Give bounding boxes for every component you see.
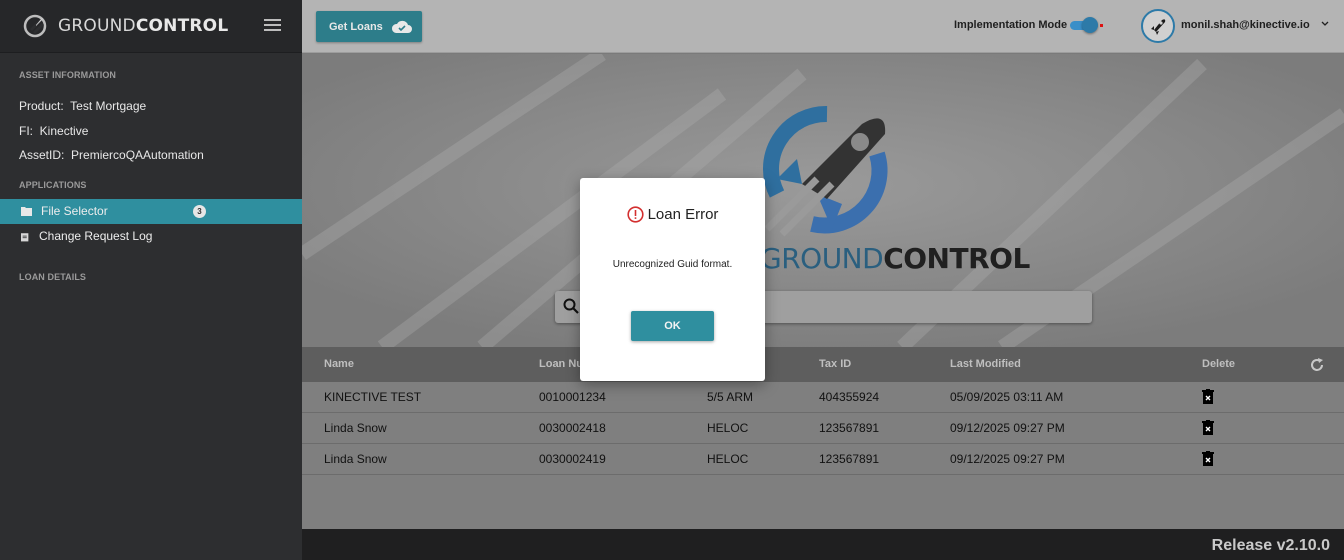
menu-toggle-icon[interactable] xyxy=(264,19,281,33)
get-loans-button[interactable]: Get Loans xyxy=(316,11,422,42)
file-count-badge: 3 xyxy=(193,204,206,218)
footer: Release v2.10.0 xyxy=(302,529,1344,560)
sidebar-item-file-selector[interactable]: File Selector 3 xyxy=(0,198,302,224)
sidebar: GROUNDCONTROL ASSET INFORMATION Product:… xyxy=(0,0,302,560)
delete-icon[interactable] xyxy=(1202,389,1214,404)
table-row[interactable]: Linda Snow 0030002419 HELOC 123567891 09… xyxy=(302,444,1344,475)
delete-icon[interactable] xyxy=(1202,451,1214,466)
user-email[interactable]: monil.shah@kinective.io xyxy=(1181,19,1310,31)
sidebar-item-label: File Selector xyxy=(41,204,108,218)
cell-last-modified: 09/12/2025 09:27 PM xyxy=(950,452,1065,466)
sidebar-item-change-request-log[interactable]: Change Request Log xyxy=(0,224,302,249)
column-header-delete: Delete xyxy=(1202,358,1236,370)
groundcontrol-logo-icon xyxy=(763,105,888,237)
ok-button[interactable]: OK xyxy=(631,311,714,341)
release-version: Release v2.10.0 xyxy=(1211,537,1330,554)
clipboard-icon xyxy=(21,232,29,241)
sidebar-item-label: Change Request Log xyxy=(39,229,153,243)
fi-info: FI: Kinective xyxy=(19,123,89,138)
error-icon xyxy=(626,206,644,223)
top-bar: Get Loans Implementation Mode monil.shah… xyxy=(302,0,1344,53)
cell-tax-id: 123567891 xyxy=(819,452,880,466)
chevron-down-icon[interactable] xyxy=(1321,20,1329,28)
cell-loan-number: 0010001234 xyxy=(539,390,606,404)
dialog-title: Loan Error xyxy=(580,206,765,223)
implementation-mode-toggle[interactable] xyxy=(1070,17,1103,33)
table-row[interactable]: Linda Snow 0030002418 HELOC 123567891 09… xyxy=(302,413,1344,444)
dialog-message: Unrecognized Guid format. xyxy=(612,259,733,270)
cell-product: HELOC xyxy=(707,452,749,466)
hero-wordmark: GROUNDCONTROL xyxy=(760,242,1030,275)
cell-loan-number: 0030002418 xyxy=(539,421,606,435)
cloud-check-icon xyxy=(391,20,412,33)
column-header-last-modified[interactable]: Last Modified xyxy=(950,358,1021,370)
cell-name: KINECTIVE TEST xyxy=(324,390,422,404)
cell-product: 5/5 ARM xyxy=(707,390,754,404)
loan-details-header: LOAN DETAILS xyxy=(19,271,87,282)
brand-name: GROUNDCONTROL xyxy=(58,16,229,36)
refresh-icon[interactable] xyxy=(1309,357,1325,373)
cell-last-modified: 05/09/2025 03:11 AM xyxy=(950,390,1064,404)
table-row[interactable]: KINECTIVE TEST 0010001234 5/5 ARM 404355… xyxy=(302,382,1344,413)
cell-tax-id: 123567891 xyxy=(819,421,880,435)
cell-name: Linda Snow xyxy=(324,421,387,435)
brand: GROUNDCONTROL xyxy=(0,0,302,53)
cell-product: HELOC xyxy=(707,421,749,435)
table-header: Name Loan Nu Tax ID Last Modified Delete xyxy=(302,347,1344,382)
folder-icon xyxy=(21,207,32,216)
rocket-logo-icon xyxy=(23,14,47,38)
asset-info-header: ASSET INFORMATION xyxy=(19,70,117,80)
cell-last-modified: 09/12/2025 09:27 PM xyxy=(950,421,1065,435)
search-icon xyxy=(563,298,579,314)
delete-icon[interactable] xyxy=(1202,420,1214,435)
applications-header: APPLICATIONS xyxy=(19,179,87,190)
hero-banner: GROUNDCONTROL xyxy=(302,54,1344,347)
product-info: Product: Test Mortgage xyxy=(19,99,147,113)
cell-tax-id: 404355924 xyxy=(819,390,880,404)
asset-id-info: AssetID: PremiercoQAAutomation xyxy=(19,148,204,162)
cell-name: Linda Snow xyxy=(324,452,387,466)
cell-loan-number: 0030002419 xyxy=(539,452,606,466)
avatar[interactable] xyxy=(1141,9,1175,43)
column-header-tax-id[interactable]: Tax ID xyxy=(819,358,851,370)
error-dialog: Loan Error Unrecognized Guid format. OK xyxy=(580,178,765,381)
column-header-loan-number[interactable]: Loan Nu xyxy=(539,358,583,370)
column-header-name[interactable]: Name xyxy=(324,358,354,370)
loan-table: Name Loan Nu Tax ID Last Modified Delete… xyxy=(302,347,1344,529)
implementation-mode-label: Implementation Mode xyxy=(954,19,1068,31)
rocket-icon xyxy=(1151,19,1166,35)
